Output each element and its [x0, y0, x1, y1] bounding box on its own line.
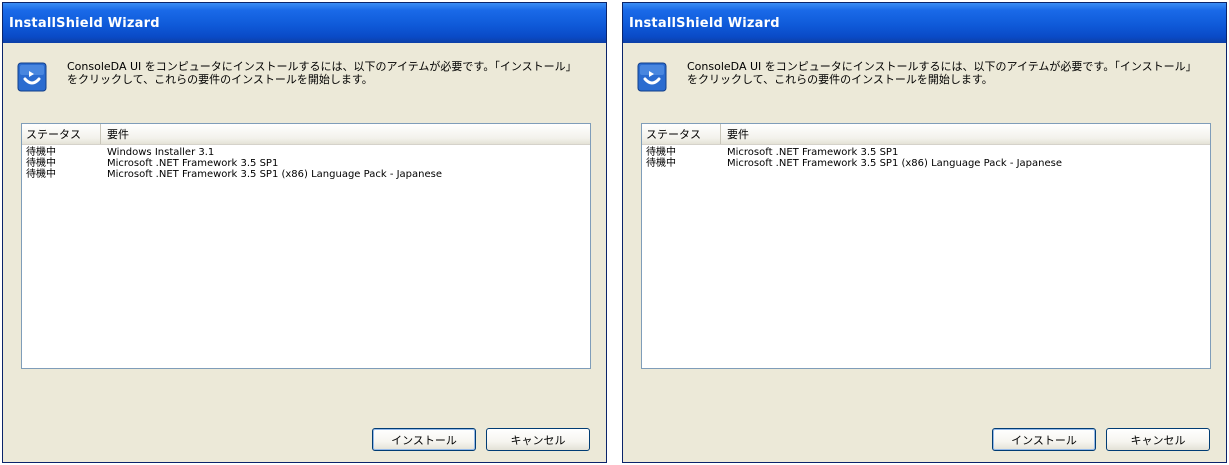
item-requirement: Microsoft .NET Framework 3.5 SP1 — [727, 147, 899, 158]
title-bar[interactable]: InstallShield Wizard — [3, 3, 606, 43]
list-header: ステータス 要件 — [22, 124, 590, 145]
list-item[interactable]: 待機中 Microsoft .NET Framework 3.5 SP1 (x8… — [642, 158, 1210, 169]
column-header-requirement[interactable]: 要件 — [721, 124, 1210, 144]
header-area: ConsoleDA UI をコンピュータにインストールするには、以下のアイテムが… — [623, 43, 1226, 107]
item-requirement: Microsoft .NET Framework 3.5 SP1 (x86) L… — [727, 158, 1063, 169]
item-requirement: Microsoft .NET Framework 3.5 SP1 — [107, 158, 279, 169]
install-button[interactable]: インストール — [992, 428, 1096, 451]
column-header-requirement[interactable]: 要件 — [101, 124, 590, 144]
requirements-list[interactable]: ステータス 要件 待機中 Microsoft .NET Framework 3.… — [641, 123, 1211, 369]
installer-app-icon — [637, 62, 667, 92]
list-item[interactable]: 待機中 Microsoft .NET Framework 3.5 SP1 — [22, 158, 590, 169]
install-button[interactable]: インストール — [372, 428, 476, 451]
column-header-status[interactable]: ステータス — [22, 124, 101, 144]
list-item[interactable]: 待機中 Microsoft .NET Framework 3.5 SP1 — [642, 147, 1210, 158]
item-status: 待機中 — [646, 158, 676, 169]
title-bar[interactable]: InstallShield Wizard — [623, 3, 1226, 43]
item-status: 待機中 — [26, 158, 56, 169]
item-status: 待機中 — [646, 147, 676, 158]
item-status: 待機中 — [26, 169, 56, 180]
installshield-window-left: InstallShield Wizard ConsoleDA UI をコンピュー… — [2, 2, 607, 463]
install-message: ConsoleDA UI をコンピュータにインストールするには、以下のアイテムが… — [687, 60, 1197, 86]
list-item[interactable]: 待機中 Windows Installer 3.1 — [22, 147, 590, 158]
window-title: InstallShield Wizard — [629, 15, 780, 31]
cancel-button[interactable]: キャンセル — [1106, 428, 1210, 451]
item-requirement: Microsoft .NET Framework 3.5 SP1 (x86) L… — [107, 169, 443, 180]
cancel-button[interactable]: キャンセル — [486, 428, 590, 451]
installer-app-icon — [17, 62, 47, 92]
window-title: InstallShield Wizard — [9, 15, 160, 31]
requirements-list[interactable]: ステータス 要件 待機中 Windows Installer 3.1 待機中 M… — [21, 123, 591, 369]
install-message: ConsoleDA UI をコンピュータにインストールするには、以下のアイテムが… — [67, 60, 577, 86]
list-header: ステータス 要件 — [642, 124, 1210, 145]
installshield-window-right: InstallShield Wizard ConsoleDA UI をコンピュー… — [622, 2, 1227, 463]
column-header-status[interactable]: ステータス — [642, 124, 721, 144]
item-status: 待機中 — [26, 147, 56, 158]
item-requirement: Windows Installer 3.1 — [107, 147, 215, 158]
list-item[interactable]: 待機中 Microsoft .NET Framework 3.5 SP1 (x8… — [22, 169, 590, 180]
header-area: ConsoleDA UI をコンピュータにインストールするには、以下のアイテムが… — [3, 43, 606, 107]
